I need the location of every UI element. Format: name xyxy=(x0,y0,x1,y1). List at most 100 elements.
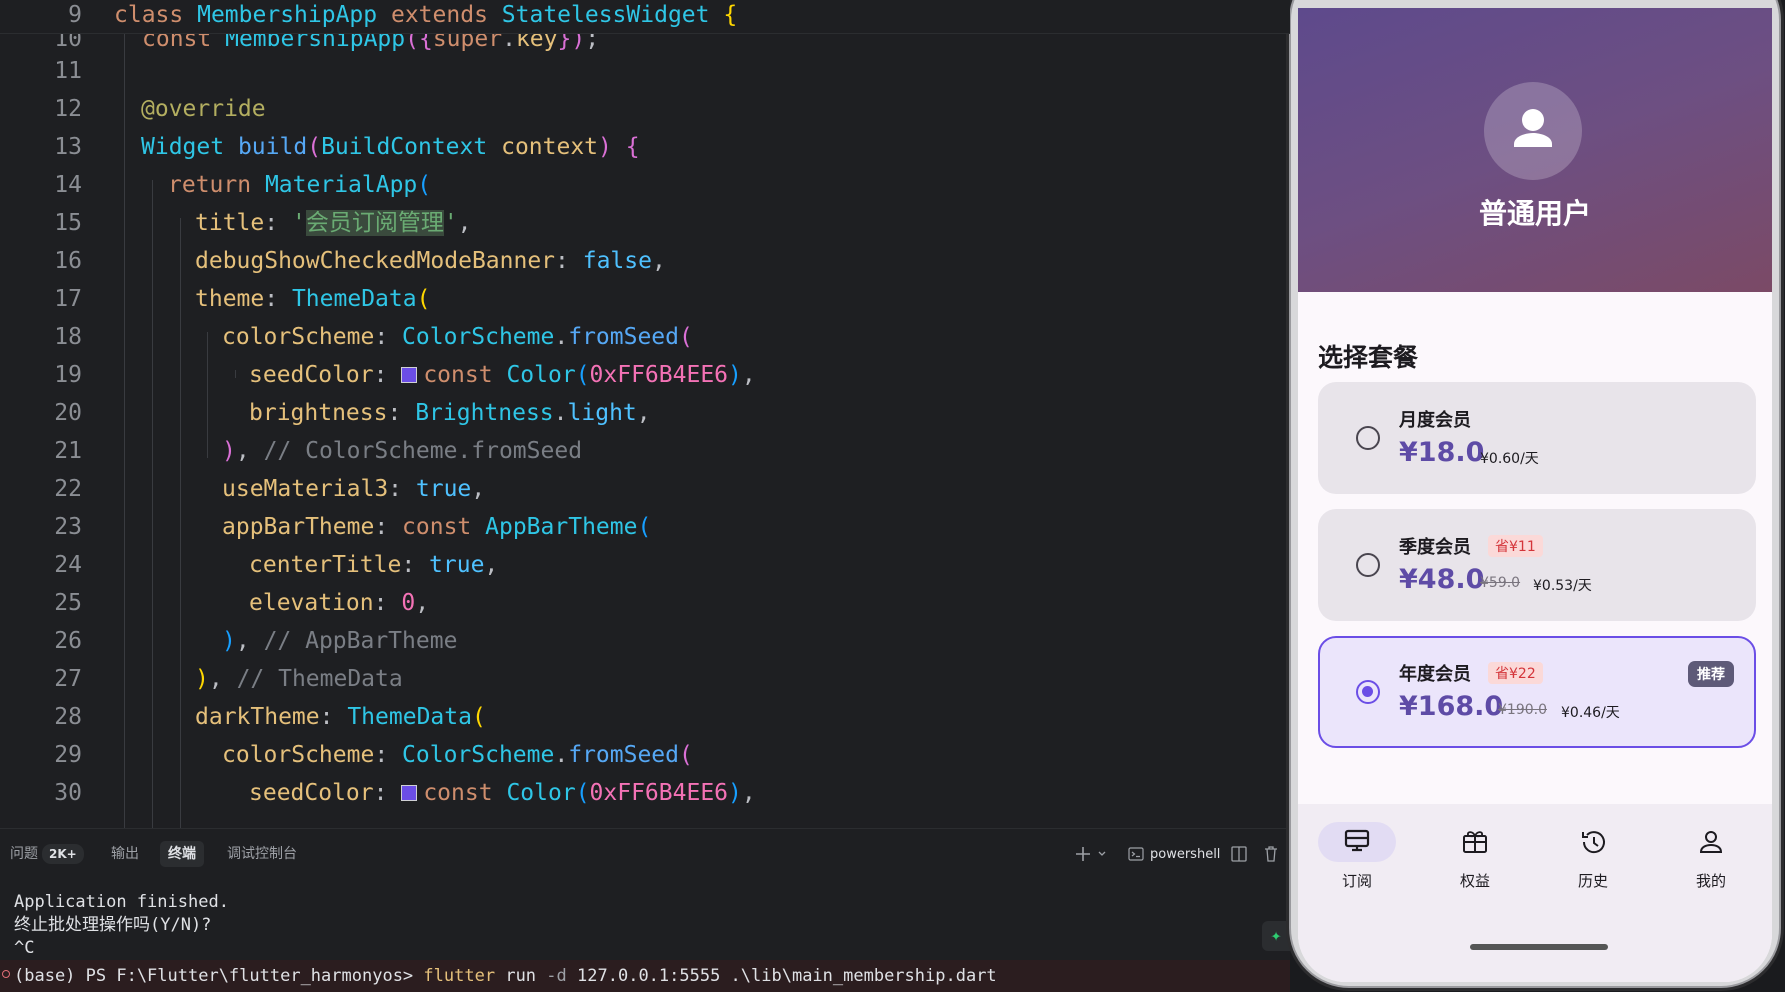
plan-original-price: ¥59.0 xyxy=(1480,575,1521,591)
save-badge: 省¥11 xyxy=(1488,535,1543,557)
command-arg: 127.0.0.1:5555 .\lib\main_membership.dar… xyxy=(577,966,997,986)
bottom-navigation: 订阅 权益 历史 我的 xyxy=(1298,804,1772,982)
username: 普通用户 xyxy=(1478,197,1591,230)
line-number: 15 xyxy=(54,210,82,236)
terminal-command: (base) PS F:\Flutter\flutter_harmonyos> … xyxy=(14,965,997,988)
code-line: brightness: Brightness.light, xyxy=(249,400,651,426)
code-line: useMaterial3: true, xyxy=(222,476,486,502)
line-number: 9 xyxy=(68,2,82,28)
indent-guide xyxy=(180,218,181,828)
gift-icon xyxy=(1463,831,1487,853)
split-icon xyxy=(1231,846,1247,862)
line-number: 19 xyxy=(54,362,82,388)
tab-label: 问题 xyxy=(10,846,38,862)
code-line: title: '会员订阅管理', xyxy=(195,210,472,236)
split-terminal-button[interactable] xyxy=(1231,841,1247,867)
radio-button[interactable] xyxy=(1356,553,1380,577)
line-number: 27 xyxy=(54,666,82,692)
code-line: theme: ThemeData( xyxy=(195,286,431,312)
radio-selected-dot xyxy=(1362,686,1373,697)
nav-item-benefits[interactable]: 权益 xyxy=(1416,822,1534,891)
plan-price: ¥168.0 xyxy=(1399,691,1504,722)
plan-price: ¥18.0 xyxy=(1399,437,1485,468)
line-number: 24 xyxy=(54,552,82,578)
nav-item-profile[interactable]: 我的 xyxy=(1652,822,1770,891)
code-line: colorScheme: ColorScheme.fromSeed( xyxy=(222,742,693,768)
code-line: colorScheme: ColorScheme.fromSeed( xyxy=(222,324,693,350)
line-number: 25 xyxy=(54,590,82,616)
indent-guide xyxy=(235,370,236,378)
code-line: darkTheme: ThemeData( xyxy=(195,704,486,730)
terminal-command-row[interactable]: (base) PS F:\Flutter\flutter_harmonyos> … xyxy=(0,960,1290,992)
line-number: 14 xyxy=(54,172,82,198)
line-number: 12 xyxy=(54,96,82,122)
plus-icon xyxy=(1076,847,1106,861)
code-line: @override xyxy=(141,96,266,122)
plan-per-day: ¥0.53/天 xyxy=(1533,578,1592,594)
line-number: 17 xyxy=(54,286,82,312)
nav-label: 订阅 xyxy=(1341,872,1372,890)
code-line: ), // ThemeData xyxy=(195,666,403,692)
plan-card-yearly[interactable]: 年度会员 省¥22 推荐 ¥168.0 ¥190.0 ¥0.46/天 xyxy=(1318,636,1756,748)
command-program: flutter xyxy=(423,966,496,986)
radio-button[interactable] xyxy=(1356,426,1380,450)
line-number: 11 xyxy=(54,58,82,84)
plan-card-monthly[interactable]: 月度会员 ¥18.0 ¥0.60/天 xyxy=(1318,382,1756,494)
tab-problems[interactable]: 问题 2K+ xyxy=(2,841,92,867)
recommended-badge: 推荐 xyxy=(1688,661,1734,687)
error-indicator-icon xyxy=(2,970,10,978)
color-swatch-icon[interactable] xyxy=(401,785,418,801)
history-icon xyxy=(1582,831,1605,854)
line-number: 18 xyxy=(54,324,82,350)
app-screen: 普通用户 选择套餐 月度会员 ¥18.0 ¥0.60/天 季度会员 省¥11 ¥… xyxy=(1298,8,1772,982)
tab-debug-console[interactable]: 调试控制台 xyxy=(219,841,305,867)
section-title: 选择套餐 xyxy=(1318,343,1419,372)
indent-guide xyxy=(152,180,153,828)
subscription-icon xyxy=(1344,829,1370,852)
bottom-panel: 问题 2K+ 输出 终端 调试控制台 powershell Application… xyxy=(0,828,1290,992)
code-line: Widget build(BuildContext context) { xyxy=(141,134,640,160)
line-number: 22 xyxy=(54,476,82,502)
code-line: class MembershipApp extends StatelessWid… xyxy=(114,2,738,28)
code-line: ), // AppBarTheme xyxy=(222,628,458,654)
code-line: ), // ColorScheme.fromSeed xyxy=(222,438,583,464)
tab-output[interactable]: 输出 xyxy=(103,841,147,867)
prompt: (base) PS F:\Flutter\flutter_harmonyos> xyxy=(14,966,414,986)
trash-icon xyxy=(1265,846,1277,862)
plan-name: 月度会员 xyxy=(1399,410,1471,431)
radio-button[interactable] xyxy=(1356,680,1380,704)
code-line: seedColor: const Color(0xFF6B4EE6), xyxy=(249,362,756,388)
terminal-output[interactable]: Application finished. 终止批处理操作吗(Y/N)? ^C xyxy=(14,891,229,960)
code-line: debugShowCheckedModeBanner: false, xyxy=(195,248,666,274)
kill-terminal-button[interactable] xyxy=(1263,841,1279,867)
plan-per-day: ¥0.60/天 xyxy=(1480,451,1539,467)
line-number: 16 xyxy=(54,248,82,274)
sticky-scroll-header[interactable]: 9 class MembershipApp extends StatelessW… xyxy=(0,0,1290,34)
person-icon xyxy=(1514,109,1552,147)
line-number: 23 xyxy=(54,514,82,540)
line-number: 20 xyxy=(54,400,82,426)
line-number: 13 xyxy=(54,134,82,160)
plan-card-quarterly[interactable]: 季度会员 省¥11 ¥48.0 ¥59.0 ¥0.53/天 xyxy=(1318,509,1756,621)
profile-header: 普通用户 xyxy=(1298,8,1772,292)
indent-guide xyxy=(124,34,125,828)
tab-terminal[interactable]: 终端 xyxy=(160,841,204,867)
nav-item-subscription[interactable]: 订阅 xyxy=(1298,822,1416,891)
nav-label: 历史 xyxy=(1577,872,1608,890)
color-swatch-icon[interactable] xyxy=(401,367,418,383)
new-terminal-button[interactable] xyxy=(1074,841,1110,867)
code-line: centerTitle: true, xyxy=(249,552,499,578)
indent-guide xyxy=(207,332,208,458)
terminal-shell-selector[interactable]: powershell xyxy=(1128,841,1220,867)
sparkle-icon[interactable]: ✦ xyxy=(1262,921,1290,951)
code-editor[interactable]: 9 class MembershipApp extends StatelessW… xyxy=(0,0,1290,828)
phone-emulator: 普通用户 选择套餐 月度会员 ¥18.0 ¥0.60/天 季度会员 省¥11 ¥… xyxy=(1289,0,1781,988)
home-indicator[interactable] xyxy=(1470,944,1608,950)
avatar[interactable] xyxy=(1484,82,1582,180)
command-flag: -d xyxy=(546,966,567,986)
plan-original-price: ¥190.0 xyxy=(1498,702,1547,718)
terminal-line: 终止批处理操作吗(Y/N)? xyxy=(14,915,212,935)
terminal-line: Application finished. xyxy=(14,892,229,912)
save-badge: 省¥22 xyxy=(1488,662,1543,684)
nav-item-history[interactable]: 历史 xyxy=(1534,822,1652,891)
